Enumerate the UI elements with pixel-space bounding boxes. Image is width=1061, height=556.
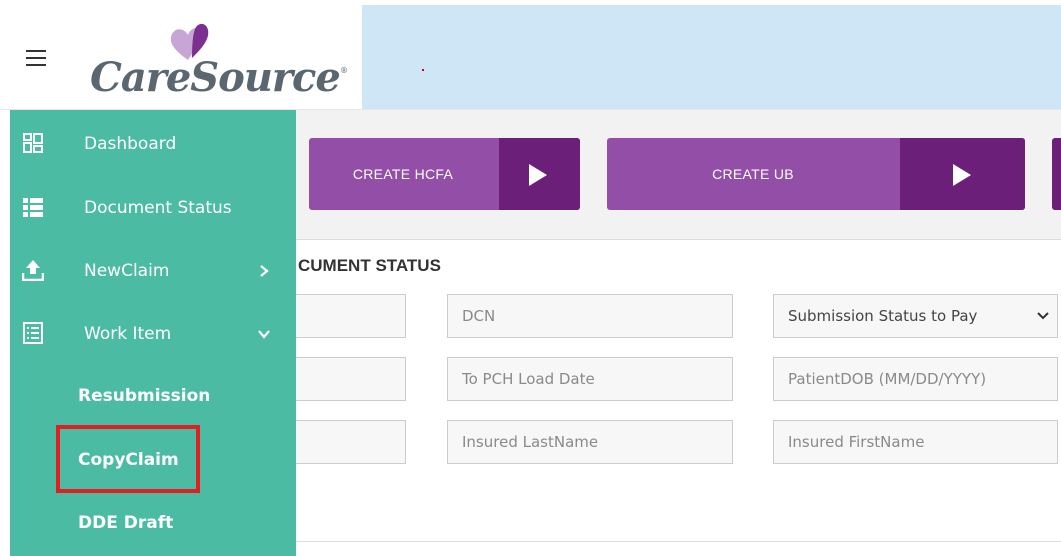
list-icon	[23, 198, 43, 217]
sidebar-item-dashboard[interactable]: Dashboard	[10, 124, 296, 164]
insured-lastname-input[interactable]: Insured LastName	[447, 420, 733, 464]
to-pch-load-date-input[interactable]: To PCH Load Date	[447, 357, 733, 401]
dcn-input[interactable]: DCN	[447, 294, 733, 338]
play-arrow-icon	[953, 164, 971, 186]
sidebar-item-newclaim[interactable]: NewClaim	[10, 251, 296, 291]
section-title: CUMENT STATUS	[298, 256, 441, 275]
insured-firstname-input[interactable]: Insured FirstName	[773, 420, 1058, 464]
patient-dob-input[interactable]: PatientDOB (MM/DD/YYYY)	[773, 357, 1058, 401]
play-arrow-icon	[529, 164, 547, 186]
sidebar-item-label: Work Item	[84, 324, 172, 344]
chevron-down-icon	[258, 330, 270, 339]
upload-icon	[22, 260, 44, 281]
sidebar-subitem-resubmission[interactable]: Resubmission	[78, 376, 210, 416]
top-header: CareSource ®	[0, 0, 1061, 110]
create-hcfa-arrow	[499, 138, 580, 210]
sidebar-item-work-item[interactable]: Work Item	[10, 314, 296, 354]
create-ub-label: CREATE UB	[712, 166, 794, 182]
header-banner	[362, 5, 1061, 109]
chevron-right-icon	[260, 265, 269, 277]
create-ub-arrow	[900, 138, 1025, 210]
caresource-logo: CareSource ®	[90, 20, 352, 104]
form-document-icon	[23, 322, 43, 344]
chevron-down-icon	[1037, 312, 1049, 320]
sidebar-item-document-status[interactable]: Document Status	[10, 188, 296, 228]
content-divider	[296, 541, 1061, 542]
registered-mark: ®	[340, 66, 348, 75]
create-hcfa-label: CREATE HCFA	[352, 166, 454, 182]
create-ub-button[interactable]: CREATE UB	[607, 138, 1025, 210]
next-action-button-partial[interactable]	[1052, 138, 1061, 210]
submission-status-value: Submission Status to Pay	[788, 307, 978, 325]
sidebar-item-label: Dashboard	[84, 134, 177, 154]
sidebar-subitem-dde-draft[interactable]: DDE Draft	[78, 503, 173, 543]
action-bar-divider	[296, 239, 1061, 240]
banner-dot	[422, 69, 424, 71]
copyclaim-highlight	[56, 425, 200, 493]
sidebar-item-label: Document Status	[84, 198, 232, 218]
sidebar-item-label: NewClaim	[84, 261, 170, 281]
submission-status-select[interactable]: Submission Status to Pay	[773, 294, 1058, 338]
hamburger-menu-icon[interactable]	[26, 50, 46, 66]
brand-name: CareSource	[90, 54, 341, 101]
create-hcfa-button[interactable]: CREATE HCFA	[309, 138, 580, 210]
dashboard-grid-icon	[23, 133, 43, 153]
